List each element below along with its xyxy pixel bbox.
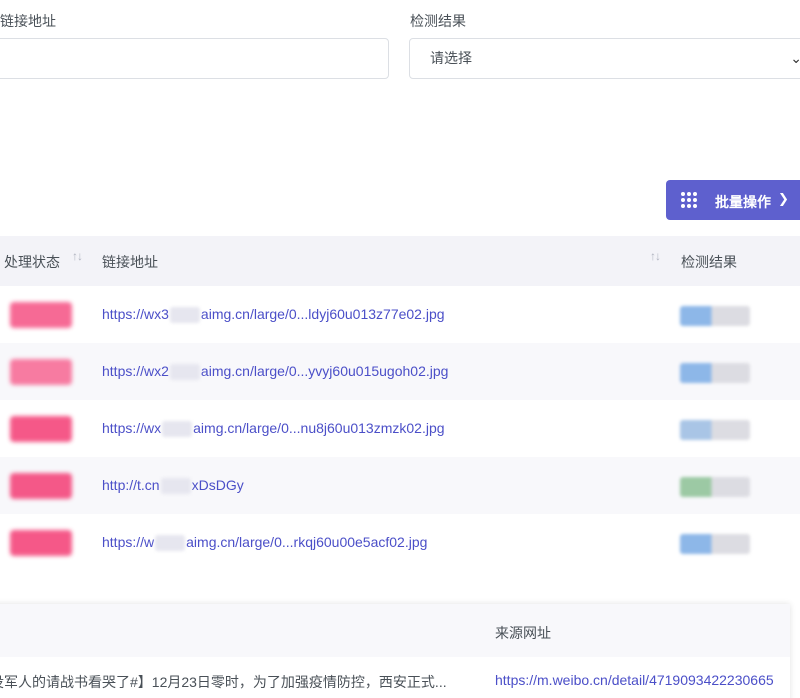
table-row: https://wx2 aimg.cn/large/0...yvyj60u015u…: [0, 343, 800, 400]
status-badge: [10, 359, 72, 385]
sort-icon[interactable]: ↑↓: [72, 249, 83, 263]
table-row: https://w aimg.cn/large/0...rkqj60u00e5ac…: [0, 514, 800, 571]
result-badge: [680, 477, 750, 497]
column-status[interactable]: 处理状态: [4, 252, 60, 272]
result-badge: [680, 363, 750, 383]
link-filter-input[interactable]: [0, 38, 389, 79]
status-badge: [10, 302, 72, 328]
link-url[interactable]: https://wx2 aimg.cn/large/0...yvyj60u015u…: [102, 363, 448, 381]
bulk-operations-button[interactable]: 批量操作 ❯: [666, 180, 800, 220]
table-row: 役军人的请战书看哭了#】12月23日零时，为了加强疫情防控，西安正式... ht…: [0, 657, 790, 698]
link-url[interactable]: https://w aimg.cn/large/0...rkqj60u00e5ac…: [102, 534, 427, 552]
table-row: http://t.cn xDsDGy: [0, 457, 800, 514]
column-result[interactable]: 检测结果: [681, 252, 737, 272]
sort-icon[interactable]: ↑↓: [650, 249, 661, 263]
result-badge: [680, 534, 750, 554]
column-source-url: 来源网址: [495, 625, 551, 641]
status-badge: [10, 530, 72, 556]
result-filter-select[interactable]: 请选择 ⌄: [409, 38, 800, 79]
result-select-value: 请选择: [430, 50, 472, 66]
result-badge: [680, 420, 750, 440]
result-filter-label: 检测结果: [410, 13, 466, 29]
grid-icon: [681, 192, 698, 209]
table-row: https://wx aimg.cn/large/0...nu8j60u013zm…: [0, 400, 800, 457]
post-title: 役军人的请战书看哭了#】12月23日零时，为了加强疫情防控，西安正式...: [0, 674, 447, 690]
link-url[interactable]: https://wx3 aimg.cn/large/0...ldyj60u013z…: [102, 306, 445, 324]
source-card-header: 来源网址: [0, 604, 790, 657]
table-row: https://wx3 aimg.cn/large/0...ldyj60u013z…: [0, 286, 800, 343]
chevron-down-icon: ❯: [778, 191, 789, 206]
column-link[interactable]: 链接地址: [102, 252, 158, 272]
status-badge: [10, 473, 72, 499]
result-badge: [680, 306, 750, 326]
source-url-link[interactable]: https://m.weibo.cn/detail/47190934222306…: [495, 672, 774, 688]
link-url[interactable]: http://t.cn xDsDGy: [102, 477, 244, 495]
table-header: 处理状态 ↑↓ 链接地址 ↑↓ 检测结果: [0, 236, 800, 286]
link-filter-label: 链接地址: [0, 13, 56, 29]
status-badge: [10, 416, 72, 442]
chevron-down-icon: ⌄: [790, 50, 800, 66]
bulk-operations-label: 批量操作: [715, 194, 771, 210]
link-url[interactable]: https://wx aimg.cn/large/0...nu8j60u013zm…: [102, 420, 445, 438]
source-card: 来源网址 役军人的请战书看哭了#】12月23日零时，为了加强疫情防控，西安正式.…: [0, 604, 790, 698]
